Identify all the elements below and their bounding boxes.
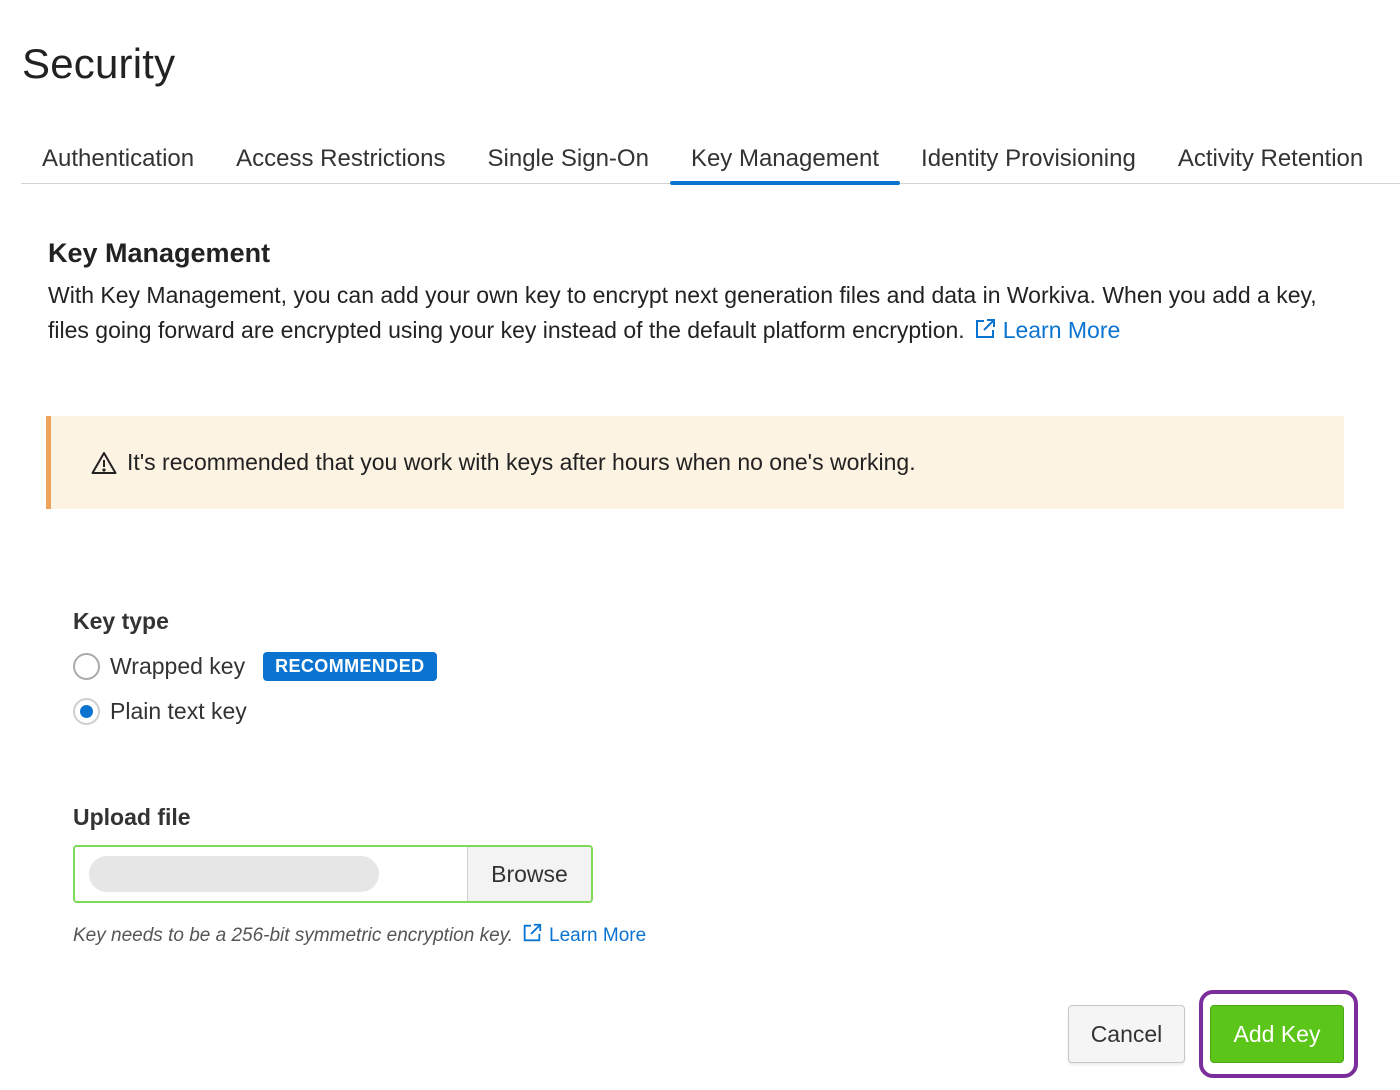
redacted-filename (89, 856, 379, 892)
tab-single-sign-on[interactable]: Single Sign-On (467, 140, 670, 183)
help-text: Key needs to be a 256-bit symmetric encr… (73, 925, 514, 946)
alert-text: It's recommended that you work with keys… (127, 449, 916, 475)
key-type-label: Key type (73, 608, 169, 634)
upload-help-text: Key needs to be a 256-bit symmetric encr… (73, 922, 646, 950)
tab-activity-retention[interactable]: Activity Retention (1157, 140, 1384, 183)
radio-label: Wrapped key (110, 653, 246, 679)
description-text: With Key Management, you can add your ow… (48, 282, 1317, 343)
file-upload-field: Browse (73, 845, 593, 903)
tab-key-management[interactable]: Key Management (669, 140, 901, 185)
upload-file-label: Upload file (73, 804, 191, 830)
radio-wrapped-key[interactable]: Wrapped key RECOMMENDED (73, 652, 437, 681)
warning-alert: It's recommended that you work with keys… (46, 416, 1344, 509)
tab-authentication[interactable]: Authentication (21, 140, 215, 183)
radio-label: Plain text key (110, 698, 247, 724)
file-path-input[interactable] (75, 847, 467, 901)
recommended-badge: RECOMMENDED (263, 652, 437, 681)
section-heading: Key Management (48, 238, 271, 268)
learn-more-link[interactable]: Learn More (549, 925, 646, 946)
learn-more-link[interactable]: Learn More (1003, 317, 1121, 343)
section-description: With Key Management, you can add your ow… (48, 278, 1338, 351)
browse-button[interactable]: Browse (467, 847, 591, 901)
radio-button[interactable] (73, 698, 100, 725)
add-key-button[interactable]: Add Key (1210, 1005, 1344, 1063)
tab-identity-provisioning[interactable]: Identity Provisioning (900, 140, 1157, 183)
warning-icon (91, 451, 117, 475)
radio-button[interactable] (73, 653, 100, 680)
page-title: Security (22, 40, 176, 87)
external-link-icon (973, 316, 997, 351)
tab-access-restrictions[interactable]: Access Restrictions (215, 140, 466, 183)
security-tabs: Authentication Access Restrictions Singl… (21, 140, 1400, 185)
cancel-button[interactable]: Cancel (1068, 1005, 1185, 1063)
radio-plain-text-key[interactable]: Plain text key (73, 698, 247, 725)
external-link-icon (521, 922, 543, 950)
